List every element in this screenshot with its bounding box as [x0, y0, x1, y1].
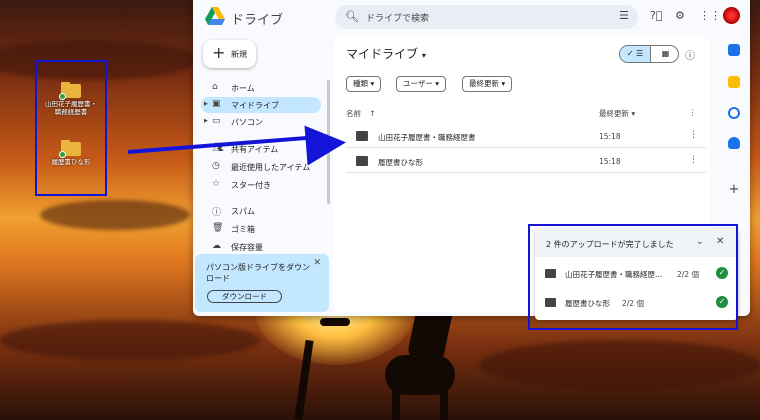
desktop-icon-label: 履歴書ひな形	[51, 158, 91, 166]
more-options-icon[interactable]: ⋮	[689, 108, 697, 117]
search-input[interactable]: ドライブで検索	[366, 11, 429, 24]
sidebar-item-computers[interactable]: ▶ ▭ パソコン	[201, 114, 321, 130]
computer-icon: ▭	[212, 116, 221, 126]
filter-label: 最終更新	[469, 79, 499, 88]
folder-icon	[356, 156, 368, 166]
folder-icon	[59, 82, 81, 100]
file-name: 履歴書ひな形	[378, 158, 423, 167]
upload-highlight-box	[528, 224, 738, 330]
caret-right-icon[interactable]: ▶	[204, 101, 208, 107]
sidebar-item-spam[interactable]: ⓘ スパム	[201, 203, 321, 219]
avatar[interactable]	[723, 7, 740, 24]
help-icon[interactable]: ?⃝	[650, 9, 662, 22]
filter-label: 種類	[353, 79, 368, 88]
sort-arrow-icon[interactable]: ↑	[369, 109, 375, 118]
column-header-modified[interactable]: 最終更新 ▾	[599, 108, 635, 119]
sidebar-item-my-drive[interactable]: ▶ ▣ マイドライブ	[201, 97, 321, 113]
search-icon[interactable]: 🔍︎	[345, 10, 359, 23]
search-bar[interactable]: 🔍︎ ドライブで検索 ☰	[335, 5, 638, 29]
caret-right-icon[interactable]: ▶	[204, 118, 208, 124]
drive-logo-icon	[205, 7, 225, 25]
sidebar-item-label: スター付き	[231, 181, 271, 190]
spam-icon: ⓘ	[212, 208, 222, 218]
desktop-icon-resume[interactable]: 山田花子履歴書・ 職務経歴書	[36, 82, 106, 116]
table-row[interactable]: 履歴書ひな形 15:18 ⋮	[346, 149, 706, 173]
apps-icon[interactable]: ⋮⋮	[699, 9, 721, 22]
trash-icon: 🗑︎	[212, 223, 224, 233]
promo-text: パソコン版ドライブをダウンロード	[206, 263, 310, 283]
new-button-label: 新規	[231, 50, 247, 59]
side-panel: +	[724, 34, 748, 234]
file-name: 山田花子履歴書・職務経歴書	[378, 133, 476, 142]
new-button[interactable]: + 新規	[203, 40, 256, 68]
sidebar-item-starred[interactable]: ☆ スター付き	[201, 177, 321, 193]
cloud	[40, 200, 190, 230]
folder-icon	[59, 140, 81, 158]
star-icon: ☆	[212, 179, 221, 189]
page-title-text: マイドライブ	[346, 47, 419, 61]
grid-view-icon[interactable]: ▦	[650, 46, 678, 62]
page-title[interactable]: マイドライブ ▾	[346, 45, 426, 62]
keep-icon[interactable]	[728, 76, 740, 88]
desktop-highlight-box	[35, 60, 107, 196]
file-modified: 15:18	[599, 157, 621, 166]
giraffe-silhouette	[440, 385, 448, 420]
drive-icon: ▣	[212, 99, 221, 109]
filter-user[interactable]: ユーザー ▾	[396, 76, 447, 92]
sidebar-item-label: 保存容量	[231, 243, 263, 251]
filter-modified[interactable]: 最終更新 ▾	[462, 76, 513, 92]
info-icon[interactable]: ⓘ	[685, 47, 695, 62]
tree-silhouette	[320, 318, 350, 326]
column-header-name[interactable]: 名前 ↑	[346, 108, 376, 119]
sidebar-item-home[interactable]: ⌂ ホーム	[201, 80, 321, 96]
top-bar: ドライブ 🔍︎ ドライブで検索 ☰ ?⃝ ⚙ ⋮⋮	[193, 0, 750, 34]
more-options-icon[interactable]: ⋮	[689, 155, 698, 165]
folder-icon	[356, 131, 368, 141]
list-view-icon[interactable]: ✓ ☰	[620, 46, 650, 62]
sidebar-item-label: マイドライブ	[231, 101, 279, 110]
cloud-icon: ☁	[212, 241, 221, 251]
home-icon: ⌂	[212, 82, 218, 92]
filter-type[interactable]: 種類 ▾	[346, 76, 382, 92]
giraffe-silhouette	[392, 385, 400, 420]
column-name-label: 名前	[346, 109, 361, 118]
chevron-down-icon: ▾	[421, 51, 426, 60]
more-options-icon[interactable]: ⋮	[689, 130, 698, 140]
view-toggle[interactable]: ✓ ☰ ▦	[619, 45, 679, 63]
plus-icon: +	[212, 43, 226, 62]
cloud	[480, 340, 760, 390]
desktop-icon-label: 職務経歴書	[54, 108, 88, 116]
annotation-arrowhead	[304, 122, 348, 166]
clock-icon: ◷	[212, 161, 220, 171]
sidebar-item-storage[interactable]: ☁ 保存容量	[201, 239, 321, 251]
tune-icon[interactable]: ☰	[619, 9, 629, 22]
desktop-icon-label: 山田花子履歴書・	[45, 100, 97, 108]
column-modified-label: 最終更新	[599, 109, 629, 118]
cloud	[0, 320, 260, 360]
sidebar-item-label: ホーム	[231, 84, 255, 93]
calendar-icon[interactable]	[728, 44, 740, 56]
sidebar-item-label: ゴミ箱	[231, 225, 255, 234]
download-button[interactable]: ダウンロード	[207, 290, 282, 303]
sidebar-item-label: 最近使用したアイテム	[231, 163, 311, 172]
sidebar-item-label: スパム	[231, 207, 255, 216]
gear-icon[interactable]: ⚙	[675, 9, 685, 22]
download-promo: パソコン版ドライブをダウンロード ✕ ダウンロード	[195, 254, 329, 312]
contacts-icon[interactable]	[728, 137, 740, 149]
add-icon[interactable]: +	[728, 183, 740, 196]
brand-name: ドライブ	[231, 13, 284, 28]
tasks-icon[interactable]	[728, 107, 740, 119]
sidebar-item-label: 共有アイテム	[231, 145, 279, 154]
sidebar-item-trash[interactable]: 🗑︎ ゴミ箱	[201, 221, 321, 237]
desktop-icon-template[interactable]: 履歴書ひな形	[36, 140, 106, 166]
close-icon[interactable]: ✕	[313, 258, 321, 268]
table-row[interactable]: 山田花子履歴書・職務経歴書 15:18 ⋮	[346, 124, 706, 148]
filter-label: ユーザー	[403, 79, 433, 88]
sidebar-item-label: パソコン	[231, 118, 263, 127]
sidebar-item-recent[interactable]: ◷ 最近使用したアイテム	[201, 159, 321, 175]
file-modified: 15:18	[599, 132, 621, 141]
